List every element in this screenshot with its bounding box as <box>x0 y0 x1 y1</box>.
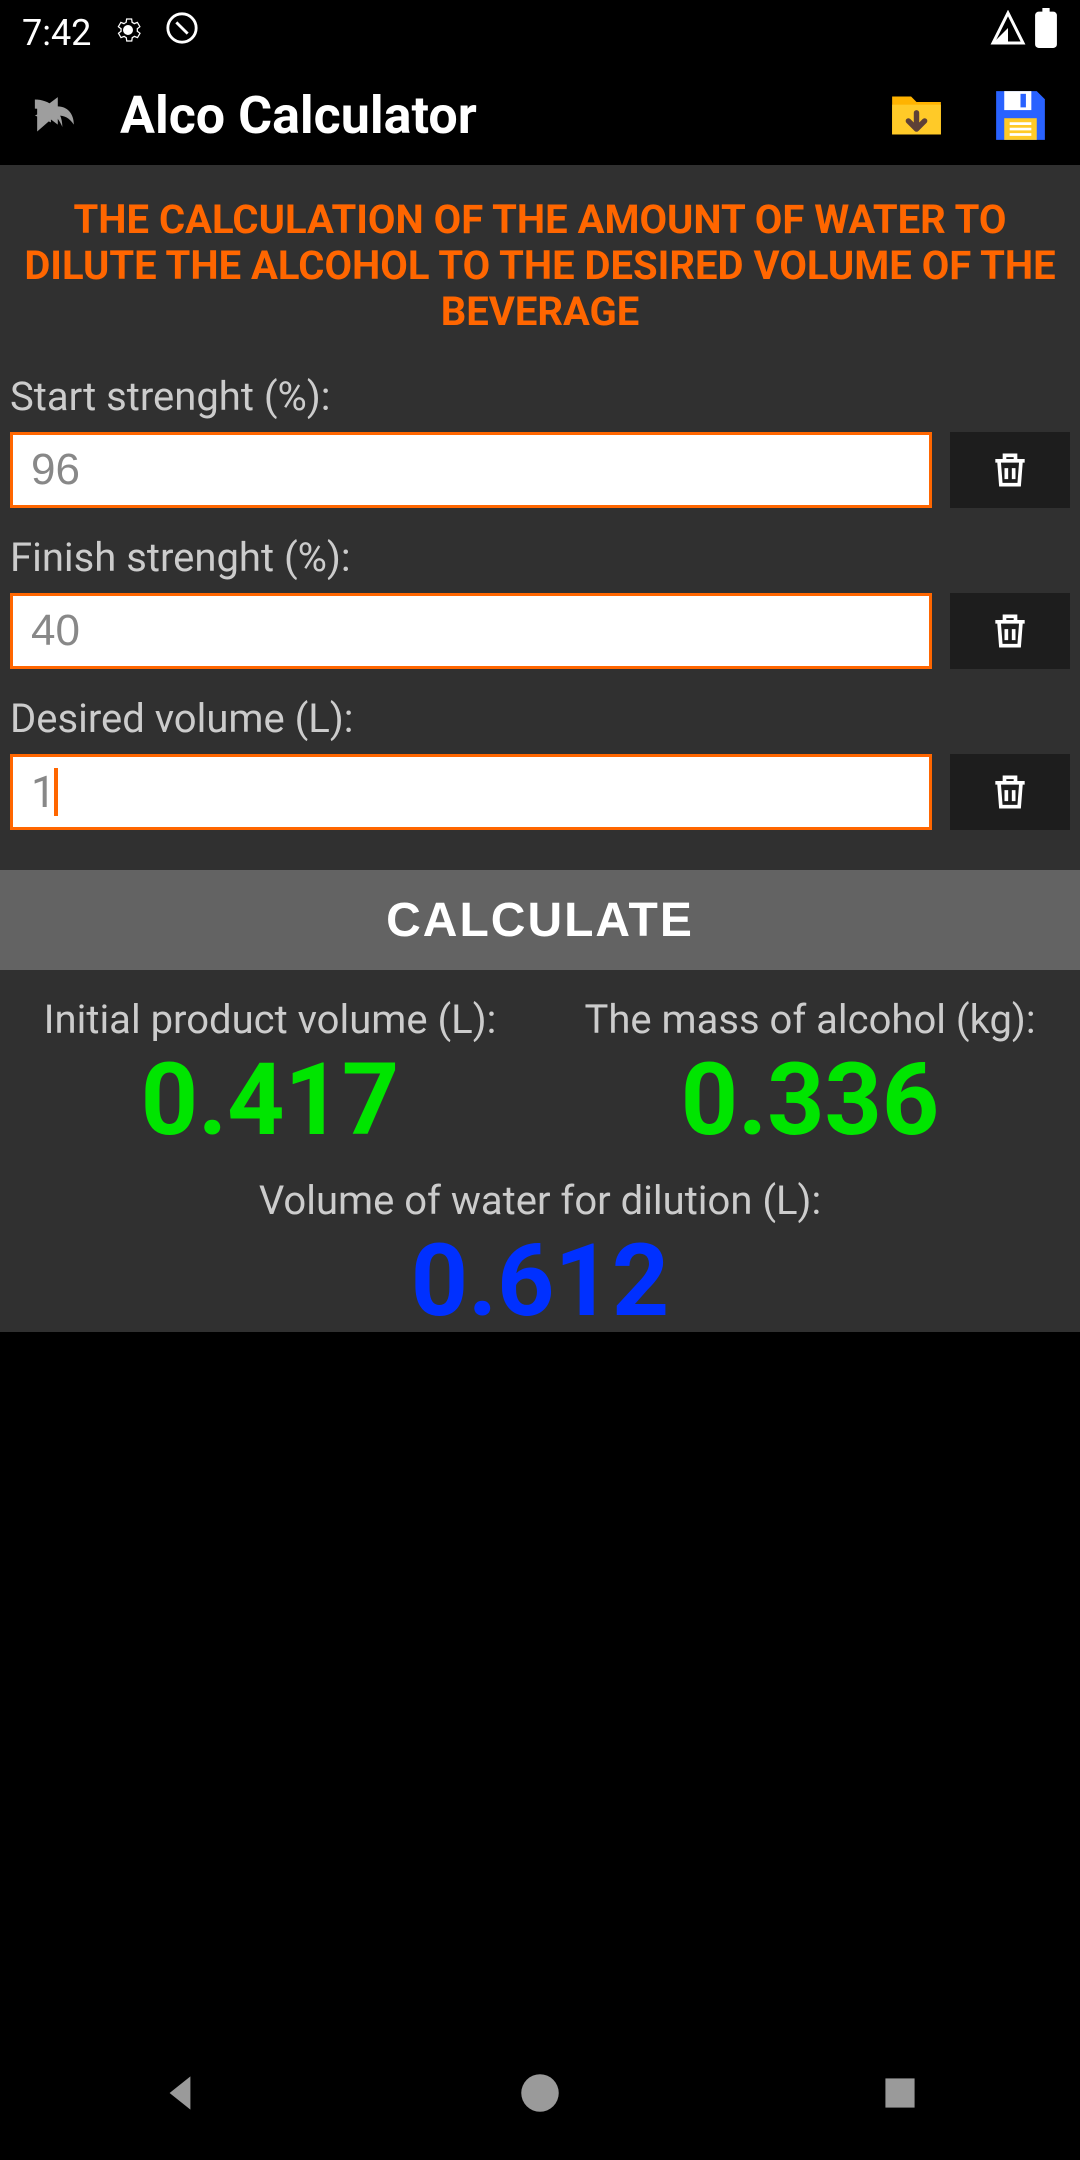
mass-alcohol-value: 0.336 <box>540 1051 1080 1151</box>
finish-strength-label: Finish strenght (%): <box>10 526 1070 593</box>
desired-volume-input[interactable]: 1 <box>10 754 932 830</box>
start-strength-input[interactable] <box>10 432 932 508</box>
signal-icon <box>990 10 1026 55</box>
app-title: Alco Calculator <box>120 85 852 146</box>
no-sync-icon <box>165 11 199 54</box>
open-folder-button[interactable] <box>876 75 956 155</box>
calculate-button[interactable]: CALCULATE <box>0 870 1080 970</box>
save-button[interactable] <box>980 75 1060 155</box>
water-volume-value: 0.612 <box>0 1232 1080 1332</box>
status-bar: 7:42 <box>0 0 1080 65</box>
app-bar: Alco Calculator <box>0 65 1080 165</box>
status-time: 7:42 <box>22 12 91 54</box>
finish-strength-input[interactable] <box>10 593 932 669</box>
section-title: THE CALCULATION OF THE AMOUNT OF WATER T… <box>0 185 1080 365</box>
text-cursor <box>54 768 58 816</box>
clear-start-strength-button[interactable] <box>950 432 1070 508</box>
clear-desired-volume-button[interactable] <box>950 754 1070 830</box>
nav-back-button[interactable] <box>155 2068 205 2122</box>
settings-small-icon <box>113 12 143 54</box>
nav-recent-button[interactable] <box>875 2068 925 2122</box>
clear-finish-strength-button[interactable] <box>950 593 1070 669</box>
nav-home-button[interactable] <box>515 2068 565 2122</box>
nav-bar <box>0 2030 1080 2160</box>
battery-icon <box>1034 8 1058 57</box>
start-strength-label: Start strenght (%): <box>10 365 1070 432</box>
back-button[interactable] <box>20 80 90 150</box>
initial-volume-value: 0.417 <box>0 1051 540 1151</box>
desired-volume-label: Desired volume (L): <box>10 687 1070 754</box>
